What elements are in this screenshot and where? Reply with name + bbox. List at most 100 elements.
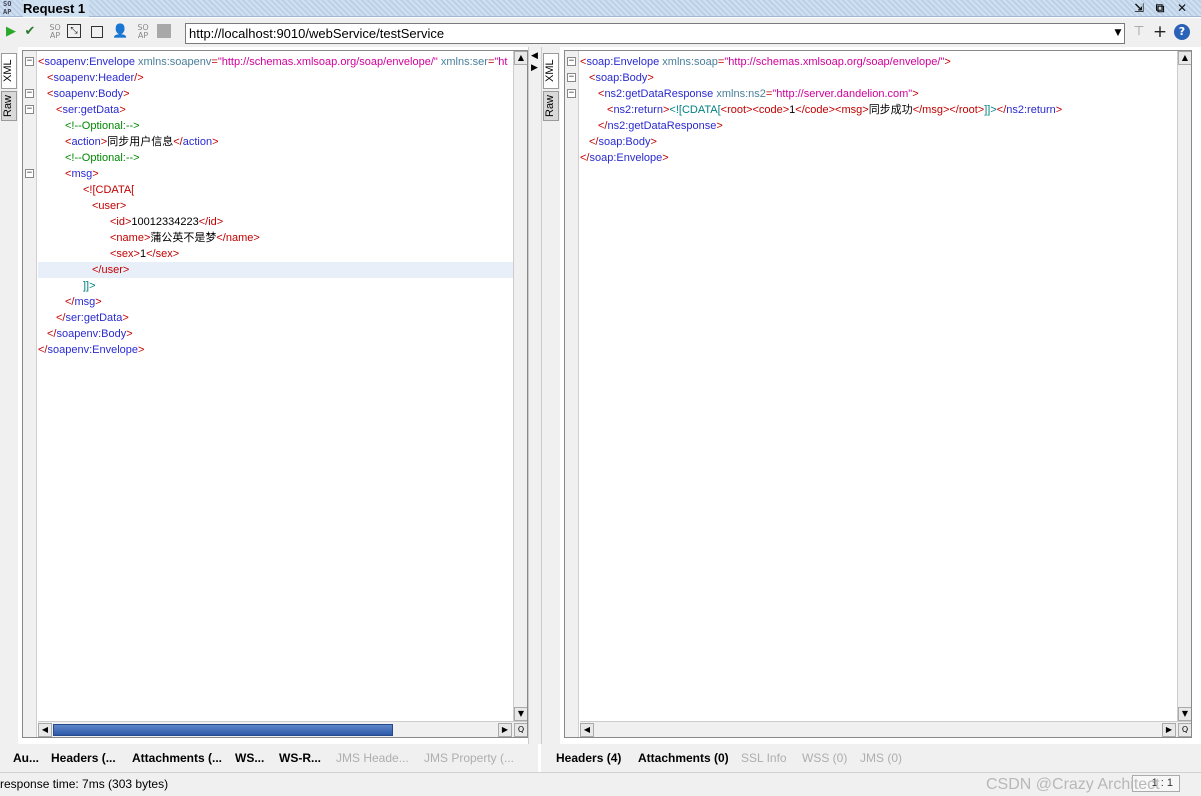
xml-line[interactable]: <![CDATA[ [38,182,527,198]
xml-line[interactable]: </soap:Envelope> [580,150,1191,166]
horizontal-scroll-thumb[interactable] [53,724,393,736]
tab-attachments[interactable]: Attachments (0) [638,750,729,766]
request-xml-content[interactable]: <soapenv:Envelope xmlns:soapenv="http://… [38,51,527,737]
tab-attachments[interactable]: Attachments (... [132,750,222,766]
scroll-down-icon[interactable]: ▼ [514,707,527,721]
tab-raw[interactable]: Raw [543,91,559,121]
endpoint-url-field[interactable]: http://localhost:9010/webService/testSer… [185,23,1125,44]
xml-line[interactable]: <ns2:getDataResponse xmlns:ns2="http://s… [580,86,1191,102]
xml-line[interactable]: <user> [38,198,527,214]
resize-icon[interactable]: ⤡ [67,24,81,38]
xml-line[interactable]: <soap:Body> [580,70,1191,86]
dropdown-arrow-icon[interactable]: ▼ [1112,25,1124,42]
xml-line[interactable]: ]]> [38,278,527,294]
xml-line[interactable]: <soap:Envelope xmlns:soap="http://schema… [580,54,1191,70]
restore-icon[interactable]: ⇲ [1131,0,1147,16]
search-icon[interactable]: Q [514,723,527,737]
tab-headers[interactable]: Headers (... [51,750,116,766]
response-time-status: response time: 7ms (303 bytes) [0,777,169,791]
collapse-left-icon[interactable]: ◀ [531,51,538,61]
fold-toggle-icon[interactable]: − [25,89,34,98]
request-xml-editor[interactable]: <soapenv:Envelope xmlns:soapenv="http://… [22,50,528,738]
scroll-right-icon[interactable]: ▶ [1162,723,1176,737]
xml-line[interactable]: </ns2:getDataResponse> [580,118,1191,134]
xml-line[interactable]: <action>同步用户信息</action> [38,134,527,150]
xml-token: <sex> [110,248,140,260]
scroll-up-icon[interactable]: ▲ [514,51,527,65]
fold-toggle-icon[interactable]: − [567,89,576,98]
window-title: Request 1 [23,0,90,17]
tab-raw[interactable]: Raw [1,91,17,121]
fold-toggle-icon[interactable]: − [25,57,34,66]
close-icon[interactable]: ✕ [1174,0,1190,16]
tab-jms-property[interactable]: JMS Property (... [424,750,514,766]
response-xml-editor[interactable]: <soap:Envelope xmlns:soap="http://schema… [564,50,1192,738]
tab-ws[interactable]: WS... [235,750,264,766]
xml-line[interactable]: <id>10012334223</id> [38,214,527,230]
xml-token: > [716,120,723,132]
xml-line[interactable]: <name>蒲公英不是梦</name> [38,230,527,246]
xml-token: soapenv:Body [53,88,124,100]
scroll-left-icon[interactable]: ◀ [38,723,52,737]
search-icon[interactable]: Q [1178,723,1191,737]
soapui-request-window: SO AP Request 1 ⇲ ⧉ ✕ ▶ ✔ SO AP ⤡ 👤 SO A… [0,0,1201,796]
xml-line[interactable]: </soapenv:Envelope> [38,342,527,358]
tab-jms-headers[interactable]: JMS Heade... [336,750,409,766]
plus-icon[interactable]: + [1152,24,1168,41]
xml-line[interactable]: </user> [38,262,527,278]
horizontal-scrollbar[interactable]: ◀ ▶ Q [580,721,1191,737]
tab-auth[interactable]: Au... [13,750,39,766]
scroll-up-icon[interactable]: ▲ [1178,51,1191,65]
help-icon[interactable]: ? [1174,24,1190,40]
tab-xml[interactable]: XML [1,53,17,89]
user-icon[interactable]: 👤 [112,24,128,40]
xml-line[interactable]: <msg> [38,166,527,182]
xml-line[interactable]: <soapenv:Header/> [38,70,527,86]
fold-toggle-icon[interactable]: − [25,169,34,178]
xml-line[interactable]: </soap:Body> [580,134,1191,150]
play-icon[interactable]: ▶ [3,24,19,40]
fold-toggle-icon[interactable]: − [567,73,576,82]
xml-token: > [212,136,219,148]
check-icon[interactable]: ✔ [22,24,38,40]
request-panel: XML Raw <soapenv:Envelope xmlns:soapenv=… [0,47,528,744]
xml-line[interactable]: </ser:getData> [38,310,527,326]
xml-token: ns2:return [613,104,663,116]
tab-headers[interactable]: Headers (4) [556,750,621,766]
scroll-left-icon[interactable]: ◀ [580,723,594,737]
xml-line[interactable]: </soapenv:Body> [38,326,527,342]
square-icon[interactable] [157,24,171,38]
xml-line[interactable]: <!--Optional:--> [38,150,527,166]
xml-token: xmlns:ns2 [713,88,766,100]
xml-line[interactable]: <!--Optional:--> [38,118,527,134]
tab-ws-r[interactable]: WS-R... [279,750,321,766]
split-pane-divider[interactable]: ◀ ▶ [528,47,542,744]
maximize-icon[interactable]: ⧉ [1152,0,1168,16]
soap-icon[interactable]: SO AP [47,24,63,40]
window-titlebar: SO AP Request 1 ⇲ ⧉ ✕ [0,0,1201,17]
tool-icon[interactable]: ⊤ [1131,24,1147,40]
stop-icon[interactable] [91,26,103,38]
horizontal-scrollbar[interactable]: ◀ ▶ Q [38,721,527,737]
response-xml-content[interactable]: <soap:Envelope xmlns:soap="http://schema… [580,51,1191,737]
vertical-scrollbar[interactable]: ▲ ▼ [1177,51,1191,721]
xml-line[interactable]: <ser:getData> [38,102,527,118]
expand-right-icon[interactable]: ▶ [531,63,538,73]
xml-line[interactable]: </msg> [38,294,527,310]
fold-toggle-icon[interactable]: − [25,105,34,114]
xml-line[interactable]: <soapenv:Envelope xmlns:soapenv="http://… [38,54,527,70]
tab-wss[interactable]: WSS (0) [802,750,847,766]
vertical-scrollbar[interactable]: ▲ ▼ [513,51,527,721]
xml-token: > [650,136,657,148]
xml-line[interactable]: <sex>1</sex> [38,246,527,262]
xml-line[interactable]: <soapenv:Body> [38,86,527,102]
tab-ssl-info[interactable]: SSL Info [741,750,787,766]
tab-jms[interactable]: JMS (0) [860,750,902,766]
scroll-right-icon[interactable]: ▶ [498,723,512,737]
xml-line[interactable]: <ns2:return><![CDATA[<root><code>1</code… [580,102,1191,118]
soap-icon[interactable]: SO AP [135,24,151,40]
xml-token: > [944,56,951,68]
scroll-down-icon[interactable]: ▼ [1178,707,1191,721]
tab-xml[interactable]: XML [543,53,559,89]
fold-toggle-icon[interactable]: − [567,57,576,66]
